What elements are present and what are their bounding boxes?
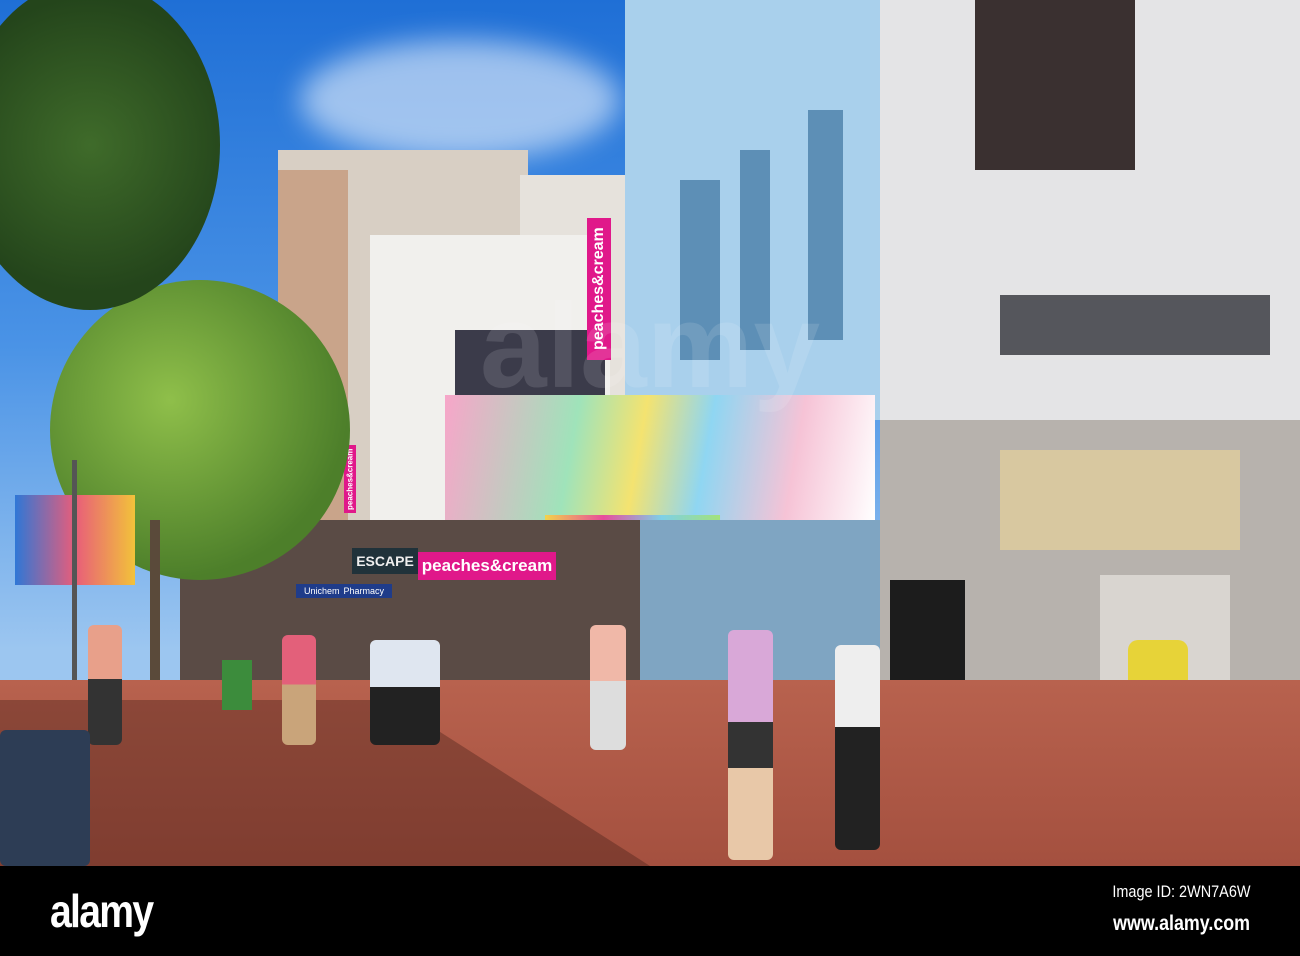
person-pink-jacket [282,635,316,745]
rubbish-bin [222,660,252,710]
alamy-logo: alamy [50,885,154,937]
escape-sign: ESCAPE [352,548,418,574]
foreground-tree [0,0,220,310]
peaches-cream-sign: peaches&cream [418,552,556,580]
pharmacy-sign: Unichem Pharmacy [296,584,392,598]
tree-trunk [150,520,160,690]
window-display [1000,450,1240,550]
pharmacy-name: Unichem [303,586,340,596]
street-photo: peaches&cream peaches&cream ESCAPE peach… [0,0,1300,866]
person-lilac-shirt [728,630,773,860]
pharmacy-label: Pharmacy [343,586,385,596]
cloud [300,40,620,160]
seated-person [0,730,90,866]
group-of-people [370,640,440,745]
lamp-post [72,460,77,710]
window [1000,295,1270,355]
image-id: Image ID: 2WN7A6W [1111,882,1250,901]
person [590,625,626,750]
watermark: alamy [479,279,821,414]
person [88,625,122,745]
person [835,645,880,850]
upper-window [975,0,1135,170]
site-url[interactable]: www.alamy.com [1113,912,1250,936]
footer-bar: alamy Image ID: 2WN7A6W www.alamy.com [0,866,1300,956]
